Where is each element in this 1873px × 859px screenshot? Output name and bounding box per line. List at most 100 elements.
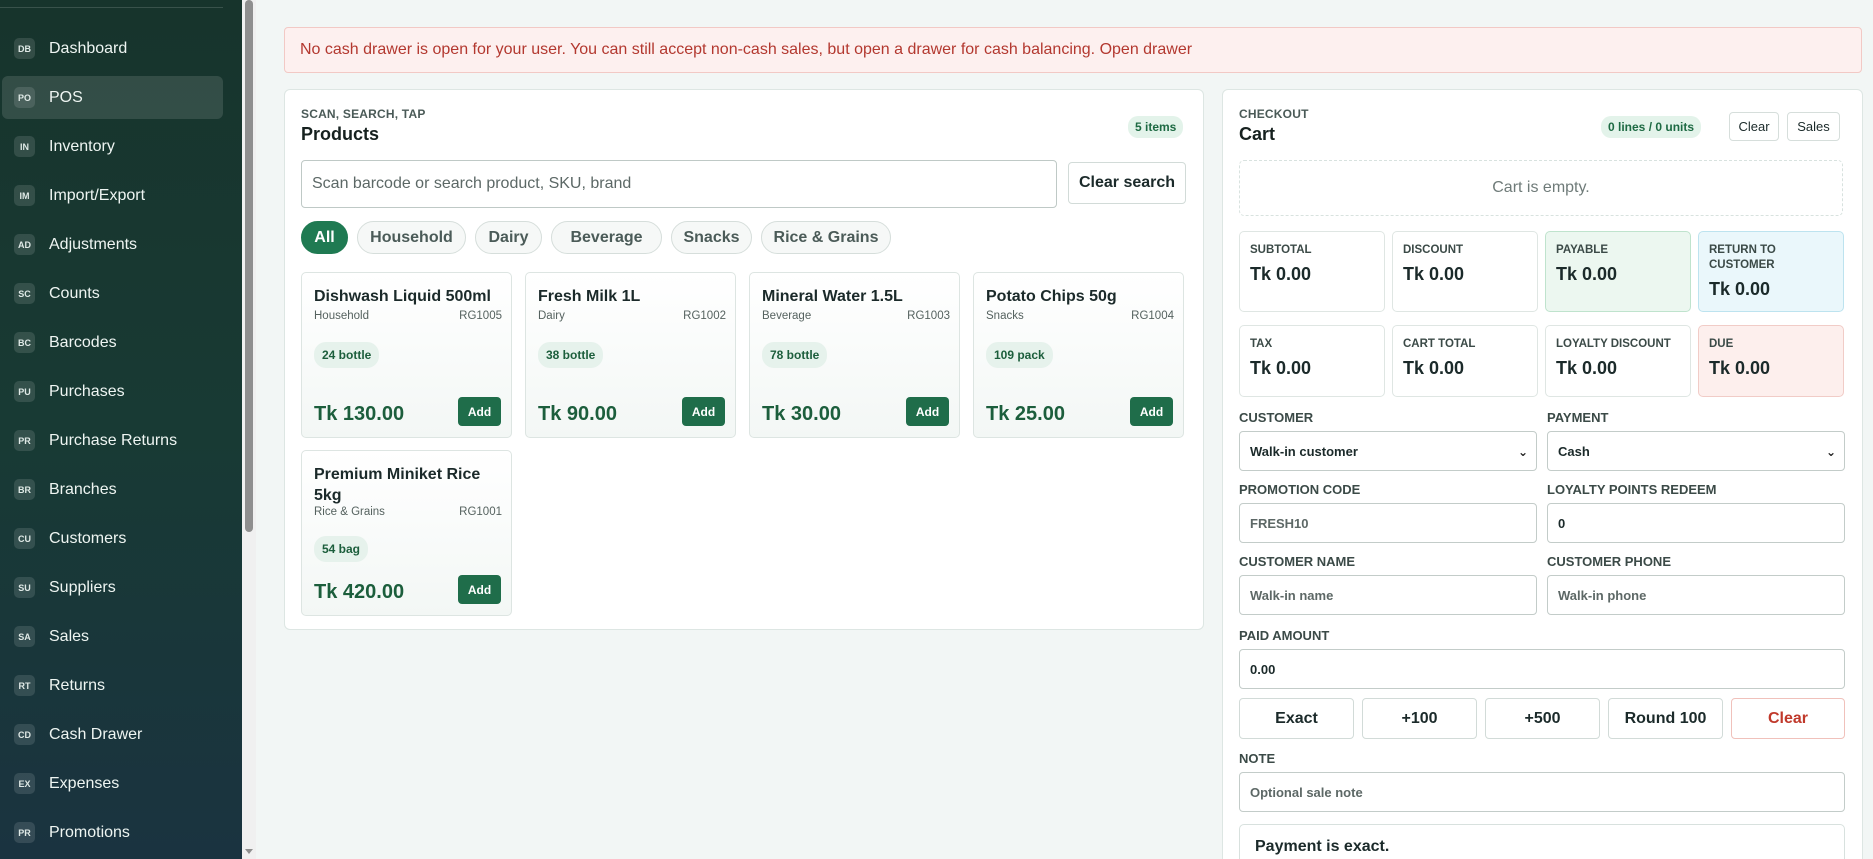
- add-to-cart-button[interactable]: Add: [906, 397, 949, 426]
- loyalty-points-label: LOYALTY POINTS REDEEM: [1547, 482, 1717, 497]
- nav-abbr-badge: CU: [14, 528, 35, 549]
- tile-value: Tk 0.00: [1556, 264, 1618, 284]
- add-to-cart-button[interactable]: Add: [682, 397, 725, 426]
- sidebar: DB Dashboard PO POS IN Inventory IM Import/E…: [0, 0, 242, 859]
- nav-abbr-badge: EX: [14, 773, 35, 794]
- tile-value: Tk 0.00: [1709, 358, 1771, 378]
- tile-value: Tk 0.00: [1250, 264, 1312, 284]
- product-card[interactable]: Mineral Water 1.5L Beverage RG1003 78 bot…: [749, 272, 960, 438]
- add-to-cart-button[interactable]: Add: [1130, 397, 1173, 426]
- sidebar-item-label: Inventory: [49, 137, 115, 155]
- tile-label: DUE: [1709, 338, 1734, 350]
- sidebar-item-adjustments[interactable]: AD Adjustments: [2, 223, 223, 266]
- clear-search-button[interactable]: Clear search: [1068, 162, 1186, 204]
- sidebar-item-label: POS: [49, 88, 83, 106]
- loyalty-discount-tile: LOYALTY DISCOUNT Tk 0.00: [1545, 325, 1691, 397]
- subtotal-tile: SUBTOTAL Tk 0.00: [1239, 231, 1385, 312]
- customer-name-input[interactable]: Walk-in name: [1239, 575, 1537, 615]
- sidebar-item-purchases[interactable]: PU Purchases: [2, 370, 223, 413]
- category-chip-rice-grains[interactable]: Rice & Grains: [761, 221, 891, 254]
- scroll-down-arrow-icon[interactable]: [245, 849, 253, 854]
- paid-amount-label: PAID AMOUNT: [1239, 628, 1330, 643]
- product-card[interactable]: Fresh Milk 1L Dairy RG1002 38 bottle Tk 9…: [525, 272, 736, 438]
- products-kicker: SCAN, SEARCH, TAP: [301, 107, 426, 121]
- tile-label: SUBTOTAL: [1250, 244, 1312, 256]
- tile-label: LOYALTY DISCOUNT: [1556, 338, 1671, 350]
- category-chip-snacks[interactable]: Snacks: [671, 221, 752, 254]
- category-chip-beverage[interactable]: Beverage: [551, 221, 662, 254]
- sidebar-item-dashboard[interactable]: DB Dashboard: [2, 27, 223, 70]
- sidebar-item-pos[interactable]: PO POS: [2, 76, 223, 119]
- category-chip-household[interactable]: Household: [357, 221, 466, 254]
- customer-select[interactable]: Walk-in customer ⌄: [1239, 431, 1537, 471]
- category-chip-dairy[interactable]: Dairy: [475, 221, 542, 254]
- customer-name-label: CUSTOMER NAME: [1239, 554, 1356, 569]
- exact-button[interactable]: Exact: [1239, 698, 1354, 739]
- tile-value: Tk 0.00: [1709, 279, 1771, 299]
- sidebar-item-inventory[interactable]: IN Inventory: [2, 125, 223, 168]
- sidebar-item-counts[interactable]: SC Counts: [2, 272, 223, 315]
- sidebar-item-import-export[interactable]: IM Import/Export: [2, 174, 223, 217]
- nav-abbr-badge: IM: [14, 185, 35, 206]
- sale-note-input[interactable]: Optional sale note: [1239, 772, 1845, 812]
- tile-label: DISCOUNT: [1403, 244, 1464, 256]
- products-count-badge: 5 items: [1128, 116, 1184, 138]
- sidebar-item-suppliers[interactable]: SU Suppliers: [2, 566, 223, 609]
- product-card[interactable]: Premium Miniket Rice 5kg Rice & Grains RG…: [301, 450, 512, 616]
- promotion-code-input[interactable]: FRESH10: [1239, 503, 1537, 543]
- sidebar-scroll-thumb[interactable]: [245, 0, 253, 532]
- sales-button[interactable]: Sales: [1787, 112, 1840, 141]
- nav-abbr-badge: SU: [14, 577, 35, 598]
- cash-drawer-alert[interactable]: No cash drawer is open for your user. Yo…: [284, 27, 1862, 73]
- stock-badge: 54 bag: [314, 536, 369, 562]
- return-to-customer-tile: RETURN TO CUSTOMER Tk 0.00: [1698, 231, 1844, 312]
- loyalty-points-input[interactable]: 0: [1547, 503, 1845, 543]
- add-to-cart-button[interactable]: Add: [458, 397, 501, 426]
- sidebar-item-sales[interactable]: SA Sales: [2, 615, 223, 658]
- sidebar-item-label: Expenses: [49, 774, 120, 792]
- category-chip-all[interactable]: All: [301, 221, 348, 254]
- main-content: No cash drawer is open for your user. Yo…: [256, 0, 1873, 859]
- paid-amount-input[interactable]: 0.00: [1239, 649, 1845, 689]
- add-to-cart-button[interactable]: Add: [458, 575, 501, 604]
- sidebar-item-label: Suppliers: [49, 578, 116, 596]
- payment-status-box: Payment is exact.: [1239, 824, 1845, 859]
- product-price: Tk 30.00: [762, 403, 841, 425]
- sidebar-item-customers[interactable]: CU Customers: [2, 517, 223, 560]
- tile-value: Tk 0.00: [1556, 358, 1618, 378]
- sidebar-item-returns[interactable]: RT Returns: [2, 664, 223, 707]
- sidebar-item-cash-drawer[interactable]: CD Cash Drawer: [2, 713, 223, 756]
- product-meta: Rice & Grains RG1001: [314, 506, 502, 518]
- round-100-button[interactable]: Round 100: [1608, 698, 1723, 739]
- products-panel: SCAN, SEARCH, TAP Products 5 items Scan …: [284, 89, 1204, 630]
- plus-100-button[interactable]: +100: [1362, 698, 1477, 739]
- customer-label: CUSTOMER: [1239, 410, 1314, 425]
- product-search-input[interactable]: Scan barcode or search product, SKU, bra…: [301, 160, 1057, 208]
- payment-select[interactable]: Cash ⌄: [1547, 431, 1845, 471]
- clear-paid-button[interactable]: Clear: [1731, 698, 1845, 739]
- product-card[interactable]: Potato Chips 50g Snacks RG1004 109 pack T…: [973, 272, 1184, 438]
- customer-select-value: Walk-in customer: [1250, 443, 1358, 459]
- product-card[interactable]: Dishwash Liquid 500ml Household RG1005 24…: [301, 272, 512, 438]
- nav-abbr-badge: BR: [14, 479, 35, 500]
- note-label: NOTE: [1239, 751, 1276, 766]
- plus-500-button[interactable]: +500: [1485, 698, 1600, 739]
- sidebar-item-promotions[interactable]: PR Promotions: [2, 811, 223, 854]
- sidebar-item-barcodes[interactable]: BC Barcodes: [2, 321, 223, 364]
- stock-badge: 109 pack: [986, 342, 1053, 368]
- cart-clear-button[interactable]: Clear: [1729, 112, 1779, 141]
- sidebar-item-purchase-returns[interactable]: PR Purchase Returns: [2, 419, 223, 462]
- tile-label: TAX: [1250, 338, 1273, 350]
- sidebar-item-label: Purchases: [49, 382, 125, 400]
- sidebar-item-label: Cash Drawer: [49, 725, 143, 743]
- sidebar-item-expenses[interactable]: EX Expenses: [2, 762, 223, 805]
- payable-tile: PAYABLE Tk 0.00: [1545, 231, 1691, 312]
- sidebar-item-label: Barcodes: [49, 333, 117, 351]
- product-category: Snacks: [986, 310, 1024, 322]
- customer-phone-input[interactable]: Walk-in phone: [1547, 575, 1845, 615]
- sidebar-item-label: Sales: [49, 627, 90, 645]
- tile-value: Tk 0.00: [1403, 358, 1465, 378]
- sidebar-item-branches[interactable]: BR Branches: [2, 468, 223, 511]
- payment-select-value: Cash: [1558, 443, 1590, 459]
- nav-abbr-badge: IN: [14, 136, 35, 157]
